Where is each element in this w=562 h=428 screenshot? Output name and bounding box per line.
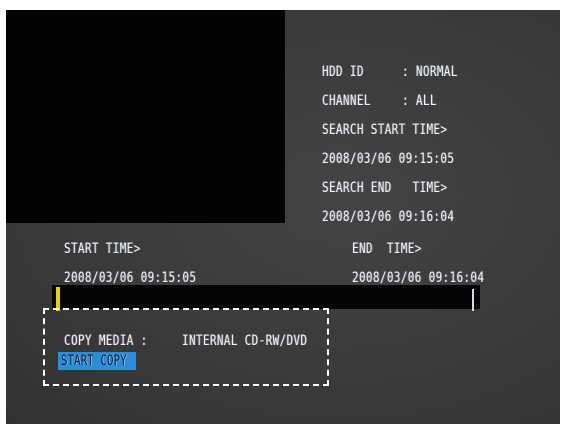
hdd-id-label: HDD ID bbox=[322, 64, 364, 80]
search-end-label: SEARCH END TIME> bbox=[322, 180, 448, 196]
start-copy-button-label: START COPY bbox=[61, 353, 127, 369]
dvr-screen: HDD ID : NORMAL CHANNEL : ALL SEARCH STA… bbox=[0, 0, 562, 428]
hdd-id-value: : NORMAL bbox=[402, 64, 458, 80]
start-copy-button[interactable]: START COPY bbox=[58, 352, 136, 370]
search-end-value: 2008/03/06 09:16:04 bbox=[322, 209, 455, 225]
video-preview-pane bbox=[6, 10, 285, 223]
channel-label: CHANNEL bbox=[322, 93, 371, 109]
timeline-end-marker[interactable] bbox=[472, 289, 474, 311]
start-time-value: 2008/03/06 09:15:05 bbox=[64, 270, 197, 286]
search-start-label: SEARCH START TIME> bbox=[322, 122, 448, 138]
copy-media-value[interactable]: INTERNAL CD-RW/DVD bbox=[182, 333, 307, 349]
end-time-value: 2008/03/06 09:16:04 bbox=[352, 270, 485, 286]
channel-value: : ALL bbox=[402, 93, 437, 109]
start-time-label: START TIME> bbox=[64, 241, 141, 257]
copy-range-timeline[interactable] bbox=[52, 285, 480, 309]
copy-media-label: COPY MEDIA : bbox=[64, 333, 148, 349]
search-start-value: 2008/03/06 09:15:05 bbox=[322, 151, 455, 167]
end-time-label: END TIME> bbox=[352, 241, 422, 257]
